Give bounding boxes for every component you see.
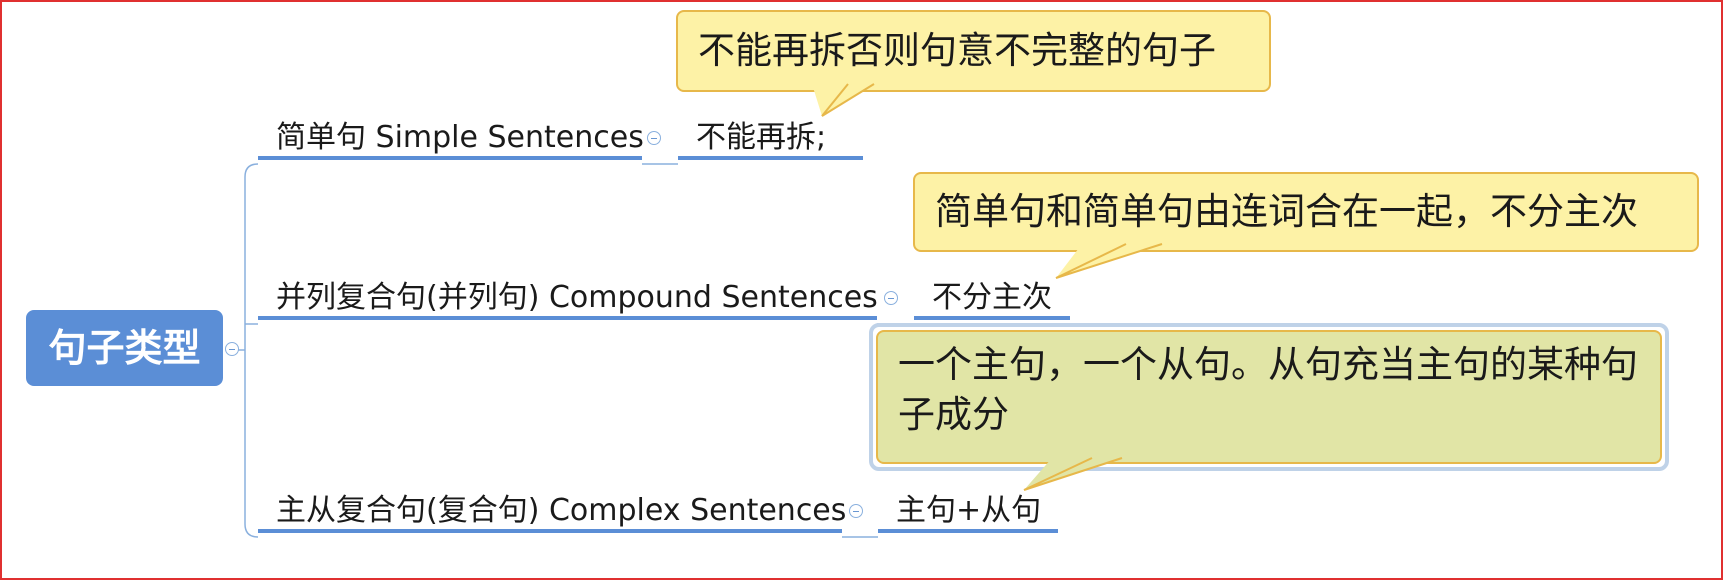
branch-complex-collapse-icon[interactable]: [849, 504, 863, 518]
callout-compound-tail: [1055, 243, 1163, 279]
callout-complex-tail: [1023, 457, 1123, 491]
callout-compound-note[interactable]: 简单句和简单句由连词合在一起，不分主次: [913, 172, 1699, 252]
branch-simple-sentences[interactable]: 简单句 Simple Sentences: [258, 116, 644, 160]
mind-map-canvas: 句子类型 简单句 Simple Sentences 不能再拆; 并列复合句(并列…: [0, 0, 1723, 580]
callout-complex-note[interactable]: 一个主句，一个从句。从句充当主句的某种句子成分: [876, 330, 1662, 464]
root-collapse-icon[interactable]: [225, 342, 239, 356]
root-topic[interactable]: 句子类型: [26, 310, 223, 386]
branch-compound-sentences[interactable]: 并列复合句(并列句) Compound Sentences: [258, 276, 878, 320]
branch-compound-collapse-icon[interactable]: [884, 291, 898, 305]
leaf-simple-description[interactable]: 不能再拆;: [678, 116, 863, 160]
branch-simple-collapse-icon[interactable]: [647, 131, 661, 145]
branch-complex-sentences[interactable]: 主从复合句(复合句) Complex Sentences: [258, 489, 846, 533]
branch-spine: [244, 163, 259, 538]
callout-simple-tail: [812, 83, 875, 117]
leaf-compound-description[interactable]: 不分主次: [914, 276, 1070, 320]
callout-simple-note[interactable]: 不能再拆否则句意不完整的句子: [676, 10, 1271, 92]
